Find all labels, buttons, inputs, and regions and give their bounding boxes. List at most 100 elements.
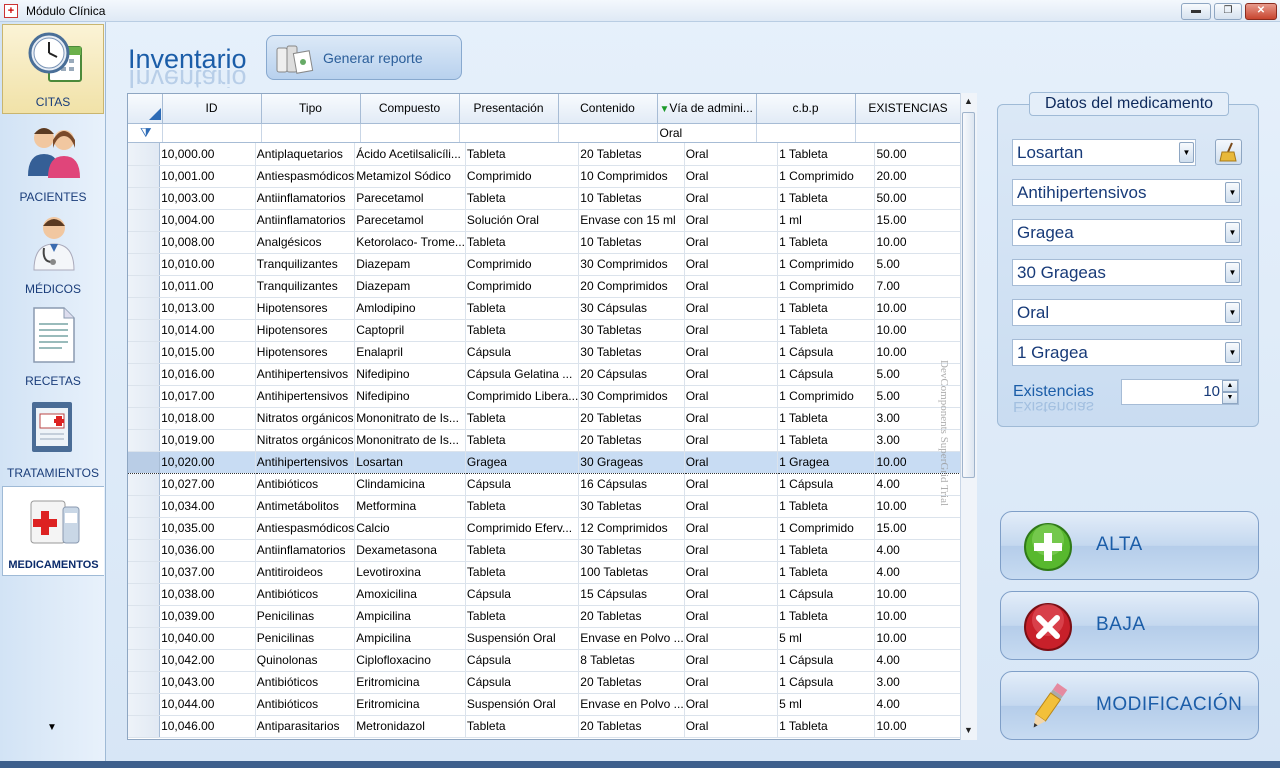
table-cell[interactable]: Tableta bbox=[465, 605, 580, 628]
table-cell[interactable]: Tableta bbox=[465, 495, 580, 518]
table-cell[interactable]: Oral bbox=[684, 187, 779, 210]
chevron-down-icon[interactable]: ▼ bbox=[1225, 262, 1240, 283]
table-row[interactable]: 10,003.00 Antiinflamatorios Parecetamol Tab… bbox=[128, 187, 976, 210]
table-cell[interactable]: Hipotensores bbox=[255, 319, 356, 342]
table-cell[interactable]: Eritromicina bbox=[354, 671, 466, 694]
table-row[interactable]: 10,040.00 Penicilinas Ampicilina Suspensión… bbox=[128, 627, 976, 650]
table-cell[interactable]: Cápsula Gelatina ... bbox=[465, 363, 580, 386]
table-cell[interactable]: Hipotensores bbox=[255, 341, 356, 364]
table-cell[interactable]: 1 Cápsula bbox=[777, 341, 876, 364]
sidebar-item-medicos[interactable]: MÉDICOS bbox=[2, 208, 104, 300]
table-cell[interactable]: 10,011.00 bbox=[159, 275, 256, 298]
row-header[interactable] bbox=[128, 429, 161, 452]
table-cell[interactable]: Oral bbox=[684, 450, 779, 474]
column-header-tipo[interactable]: Tipo bbox=[261, 94, 361, 124]
scroll-up-arrow[interactable]: ▲ bbox=[964, 96, 973, 106]
table-cell[interactable]: 1 ml bbox=[777, 209, 876, 232]
column-header-id[interactable]: ID bbox=[162, 94, 262, 124]
table-cell[interactable]: Oral bbox=[684, 253, 779, 276]
table-row[interactable]: 10,044.00 Antibióticos Eritromicina Suspens… bbox=[128, 693, 976, 716]
table-cell[interactable]: Oral bbox=[684, 473, 779, 496]
sidebar-more-arrow[interactable]: ▼ bbox=[47, 722, 57, 733]
cbp-combo[interactable]: 1 Gragea ▼ bbox=[1012, 339, 1242, 366]
table-cell[interactable]: Tranquilizantes bbox=[255, 253, 356, 276]
table-row[interactable]: 10,013.00 Hipotensores Amlodipino Tableta 30… bbox=[128, 297, 976, 320]
table-cell[interactable]: Mononitrato de Is... bbox=[354, 407, 466, 430]
table-cell[interactable]: 1 Tableta bbox=[777, 319, 876, 342]
table-cell[interactable]: Metamizol Sódico bbox=[354, 165, 466, 188]
table-cell[interactable]: Calcio bbox=[354, 517, 466, 540]
row-header[interactable] bbox=[128, 495, 161, 518]
table-cell[interactable]: Nitratos orgánicos bbox=[255, 407, 356, 430]
table-cell[interactable]: 1 Comprimido bbox=[777, 275, 876, 298]
table-cell[interactable]: Tableta bbox=[465, 231, 580, 254]
table-cell[interactable]: 10,027.00 bbox=[159, 473, 256, 496]
table-cell[interactable]: 30 Comprimidos bbox=[578, 385, 685, 408]
table-cell[interactable]: 100 Tabletas bbox=[578, 561, 685, 584]
via-combo[interactable]: Oral ▼ bbox=[1012, 299, 1242, 326]
table-cell[interactable]: 1 Comprimido bbox=[777, 253, 876, 276]
sidebar-item-recetas[interactable]: RECETAS bbox=[2, 300, 104, 392]
table-cell[interactable]: 5 ml bbox=[777, 627, 876, 650]
table-cell[interactable]: Ácido Acetilsalicíli... bbox=[354, 143, 466, 166]
table-cell[interactable]: Tableta bbox=[465, 143, 580, 166]
table-cell[interactable]: 20 Tabletas bbox=[578, 715, 685, 738]
filter-cell[interactable] bbox=[855, 123, 962, 143]
inventory-grid[interactable]: ID Tipo Compuesto Presentación Contenido… bbox=[127, 93, 977, 740]
table-cell[interactable]: Antiplaquetarios bbox=[255, 143, 356, 166]
table-row[interactable]: 10,010.00 Tranquilizantes Diazepam Comprimi… bbox=[128, 253, 976, 276]
table-cell[interactable]: Cápsula bbox=[465, 649, 580, 672]
sidebar-item-citas[interactable]: CITAS bbox=[2, 24, 104, 114]
table-cell[interactable]: Nitratos orgánicos bbox=[255, 429, 356, 452]
row-header[interactable] bbox=[128, 385, 161, 408]
table-cell[interactable]: 1 Cápsula bbox=[777, 671, 876, 694]
maximize-button[interactable]: ❐ bbox=[1214, 3, 1242, 20]
table-cell[interactable]: Amlodipino bbox=[354, 297, 466, 320]
table-cell[interactable]: Comprimido Eferv... bbox=[465, 517, 580, 540]
table-cell[interactable]: Penicilinas bbox=[255, 605, 356, 628]
table-cell[interactable]: Metronidazol bbox=[354, 715, 466, 738]
table-cell[interactable]: 12 Comprimidos bbox=[578, 517, 685, 540]
table-cell[interactable]: Oral bbox=[684, 429, 779, 452]
table-cell[interactable]: Antibióticos bbox=[255, 693, 356, 716]
table-row[interactable]: 10,042.00 Quinolonas Ciplofloxacino Cápsula… bbox=[128, 649, 976, 672]
table-cell[interactable]: Diazepam bbox=[354, 275, 466, 298]
table-cell[interactable]: 1 Cápsula bbox=[777, 363, 876, 386]
row-header[interactable] bbox=[128, 693, 161, 716]
table-cell[interactable]: Antibióticos bbox=[255, 671, 356, 694]
table-cell[interactable]: Oral bbox=[684, 341, 779, 364]
table-cell[interactable]: Antiparasitarios bbox=[255, 715, 356, 738]
table-cell[interactable]: Oral bbox=[684, 561, 779, 584]
table-cell[interactable]: Comprimido bbox=[465, 165, 580, 188]
presentacion-combo[interactable]: Gragea ▼ bbox=[1012, 219, 1242, 246]
table-row[interactable]: 10,038.00 Antibióticos Amoxicilina Cápsula 1… bbox=[128, 583, 976, 606]
existencias-stepper[interactable]: ▲ ▼ bbox=[1222, 380, 1238, 404]
table-cell[interactable]: 10,008.00 bbox=[159, 231, 256, 254]
sidebar-item-tratamientos[interactable]: TRATAMIENTOS bbox=[2, 392, 104, 484]
table-cell[interactable]: Nifedipino bbox=[354, 363, 466, 386]
table-cell[interactable]: Oral bbox=[684, 605, 779, 628]
table-row[interactable]: 10,017.00 Antihipertensivos Nifedipino Comp… bbox=[128, 385, 976, 408]
table-cell[interactable]: 10,039.00 bbox=[159, 605, 256, 628]
table-cell[interactable]: 10,018.00 bbox=[159, 407, 256, 430]
table-cell[interactable]: 20 Tabletas bbox=[578, 143, 685, 166]
table-cell[interactable]: Cápsula bbox=[465, 473, 580, 496]
row-header[interactable] bbox=[128, 627, 161, 650]
filter-icon[interactable]: ⧩ bbox=[130, 125, 152, 140]
table-cell[interactable]: Oral bbox=[684, 693, 779, 716]
table-row[interactable]: 10,034.00 Antimetábolitos Metformina Tablet… bbox=[128, 495, 976, 518]
table-cell[interactable]: 8 Tabletas bbox=[578, 649, 685, 672]
row-header[interactable] bbox=[128, 407, 161, 430]
chevron-down-icon[interactable]: ▼ bbox=[1225, 182, 1240, 203]
table-cell[interactable]: Oral bbox=[684, 231, 779, 254]
column-header-contenido[interactable]: Contenido bbox=[558, 94, 658, 124]
table-cell[interactable]: Oral bbox=[684, 275, 779, 298]
table-cell[interactable]: Enalapril bbox=[354, 341, 466, 364]
table-row[interactable]: 10,046.00 Antiparasitarios Metronidazol Tab… bbox=[128, 715, 976, 738]
table-cell[interactable]: Envase con 15 ml bbox=[578, 209, 685, 232]
table-cell[interactable]: 1 Tableta bbox=[777, 539, 876, 562]
table-cell[interactable]: Oral bbox=[684, 495, 779, 518]
table-cell[interactable]: 10,004.00 bbox=[159, 209, 256, 232]
table-cell[interactable]: Amoxicilina bbox=[354, 583, 466, 606]
column-header-compuesto[interactable]: Compuesto bbox=[360, 94, 460, 124]
